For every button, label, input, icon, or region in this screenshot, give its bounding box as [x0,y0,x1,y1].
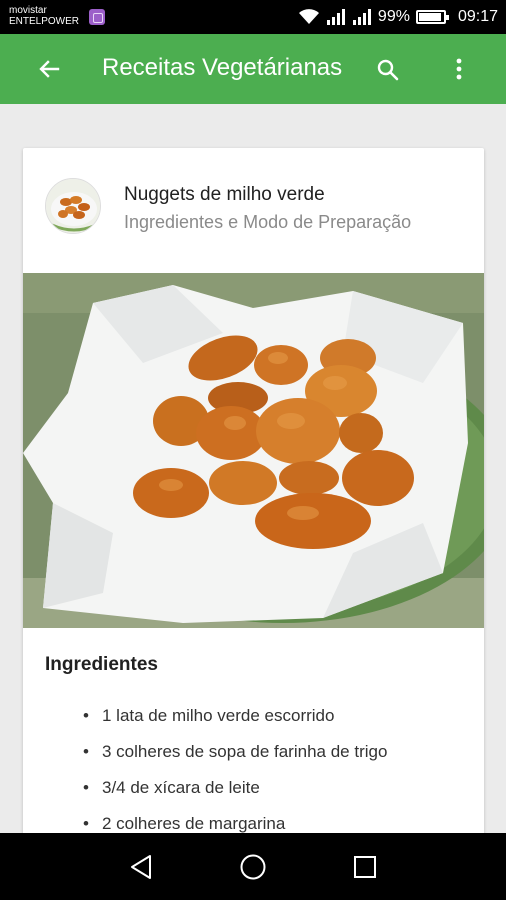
ingredients-heading: Ingredientes [45,654,158,675]
back-triangle-icon [131,855,151,879]
list-item: 3/4 de xícara de leite [83,776,387,812]
recipe-card[interactable]: Nuggets de milho verde Ingredientes e Mo… [23,148,484,848]
app-bar: Receitas Vegetárianas [0,34,506,104]
battery-percent: 99% [377,8,410,25]
more-vert-icon [456,58,462,80]
nuggets-thumbnail-icon [46,179,100,233]
app-title: Receitas Vegetárianas [102,54,343,81]
ingredients-list: 1 lata de milho verde escorrido 3 colher… [83,704,387,848]
recipe-subtitle: Ingredientes e Modo de Preparação [124,212,412,232]
status-bar: movistar ENTELPOWER 99% 09:17 [0,0,506,34]
navigation-bar [0,833,506,900]
more-options-button[interactable] [440,50,478,88]
carrier-info: movistar ENTELPOWER [9,5,79,27]
recents-square-icon [354,856,376,878]
search-icon [377,59,399,81]
nuggets-photo [23,273,484,628]
carrier-network: ENTELPOWER [9,16,80,27]
nav-home-button[interactable] [236,850,270,884]
home-circle-icon [240,854,266,880]
search-button[interactable] [370,52,406,88]
nav-recents-button[interactable] [348,850,382,884]
back-arrow-icon [39,60,60,78]
list-item: 1 lata de milho verde escorrido [83,704,387,740]
content-area[interactable]: Nuggets de milho verde Ingredientes e Mo… [0,104,506,848]
list-item: 3 colheres de sopa de farinha de trigo [83,740,387,776]
recipe-title: Nuggets de milho verde [124,184,325,205]
signal-icon [326,9,345,25]
status-indicators: 99% 09:17 [298,7,498,27]
clock: 09:17 [457,8,498,25]
carrier-name: movistar [9,5,47,16]
wifi-icon [298,9,319,24]
back-button[interactable] [30,50,68,88]
recipe-avatar [45,178,101,234]
nav-back-button[interactable] [124,850,158,884]
sim-icon [89,9,105,25]
signal-icon-2 [352,9,371,25]
battery-icon [415,10,449,24]
